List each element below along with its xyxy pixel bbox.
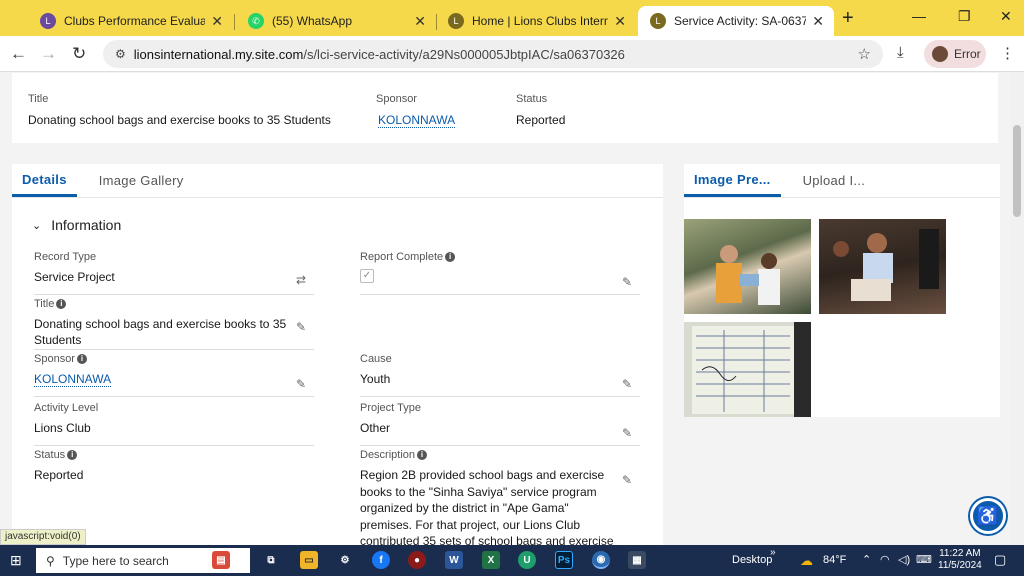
back-button[interactable]: ← bbox=[10, 44, 27, 64]
browser-tab-strip: L Clubs Performance Evaluation Syst ✕ ✆ … bbox=[0, 0, 1024, 36]
calculator-icon[interactable]: ▦ bbox=[628, 551, 646, 569]
edit-pencil-icon[interactable]: ✎ bbox=[622, 473, 632, 487]
settings-icon[interactable]: ⚙ bbox=[336, 551, 354, 569]
windows-start-icon[interactable]: ⊞ bbox=[10, 552, 22, 569]
status-value: Reported bbox=[516, 113, 566, 127]
whatsapp-icon: ✆ bbox=[248, 13, 264, 29]
image-panel: Image Pre... Upload I... bbox=[684, 164, 1000, 417]
browser-tab-service-activity[interactable]: L Service Activity: SA-06370326 ✕ bbox=[638, 6, 834, 36]
field-report-complete: Report Complete i ✓ ✎ bbox=[360, 251, 640, 295]
volume-icon[interactable]: ◁) bbox=[898, 553, 910, 566]
close-window-button[interactable]: ✕ bbox=[1000, 8, 1012, 25]
field-description: Description i Region 2B provided school b… bbox=[360, 449, 632, 545]
lions-icon: L bbox=[448, 13, 464, 29]
page-scrollbar[interactable] bbox=[1010, 73, 1024, 545]
page-content: Title Donating school bags and exercise … bbox=[0, 73, 1010, 545]
scrollbar-thumb[interactable] bbox=[1013, 125, 1021, 217]
tab-image-preview[interactable]: Image Pre... bbox=[684, 164, 781, 197]
chevron-up-icon[interactable]: ⌃ bbox=[862, 553, 871, 566]
desktop-toolbar[interactable]: Desktop bbox=[732, 554, 772, 566]
edit-pencil-icon[interactable]: ✎ bbox=[622, 426, 632, 440]
photo-children-icon bbox=[833, 229, 939, 301]
browser-status-bar: javascript:void(0) bbox=[0, 529, 86, 545]
browser-toolbar: ← → ↻ ⚙ lionsinternational.my.site.com/s… bbox=[0, 36, 1024, 72]
field-sponsor: Sponsor i KOLONNAWA ✎ bbox=[34, 353, 314, 397]
bookmark-star-icon[interactable]: ☆ bbox=[858, 45, 871, 63]
upwork-icon[interactable]: U bbox=[518, 551, 536, 569]
edit-pencil-icon[interactable]: ✎ bbox=[622, 275, 632, 289]
search-icon: ⚲ bbox=[46, 553, 55, 568]
info-icon[interactable]: i bbox=[417, 450, 428, 460]
accessibility-icon[interactable]: ♿ bbox=[970, 498, 1006, 534]
edit-pencil-icon[interactable]: ✎ bbox=[296, 377, 306, 391]
chevron-down-icon: ⌄ bbox=[32, 219, 42, 232]
address-bar[interactable]: ⚙ lionsinternational.my.site.com/s/lci-s… bbox=[103, 40, 883, 68]
notification-icon[interactable]: ▢ bbox=[994, 552, 1006, 568]
photo-people-icon bbox=[716, 245, 780, 305]
sponsor-link[interactable]: KOLONNAWA bbox=[378, 113, 456, 128]
sponsor-link[interactable]: KOLONNAWA bbox=[34, 372, 112, 387]
forward-button[interactable]: → bbox=[40, 44, 57, 64]
close-icon[interactable]: ✕ bbox=[414, 13, 426, 30]
edit-pencil-icon[interactable]: ✎ bbox=[296, 320, 306, 334]
word-icon[interactable]: W bbox=[445, 551, 463, 569]
clock[interactable]: 11:22 AM 11/5/2024 bbox=[938, 548, 982, 572]
file-explorer-icon[interactable]: ▭ bbox=[300, 551, 318, 569]
reload-button[interactable]: ↻ bbox=[72, 44, 86, 64]
books-app-icon[interactable]: ▤ bbox=[212, 551, 230, 569]
media-app-icon[interactable]: ● bbox=[408, 551, 426, 569]
field-record-type: Record Type Service Project ⇄ bbox=[34, 251, 314, 295]
field-status: Status i Reported bbox=[34, 449, 84, 482]
browser-tab-clubs[interactable]: L Clubs Performance Evaluation Syst ✕ bbox=[28, 6, 233, 36]
browser-tab-home[interactable]: L Home | Lions Clubs International ✕ bbox=[436, 6, 636, 36]
details-panel: Details Image Gallery ⌄ Information Reco… bbox=[12, 164, 663, 545]
gallery-image-1[interactable] bbox=[684, 219, 811, 314]
minimize-button[interactable]: — bbox=[912, 8, 926, 24]
tab-image-gallery[interactable]: Image Gallery bbox=[89, 164, 194, 197]
excel-icon[interactable]: X bbox=[482, 551, 500, 569]
info-icon[interactable]: i bbox=[56, 299, 67, 309]
chevron-right-icon[interactable]: » bbox=[770, 547, 776, 558]
photoshop-icon[interactable]: Ps bbox=[555, 551, 573, 569]
edit-pencil-icon[interactable]: ✎ bbox=[622, 377, 632, 391]
change-record-type-icon[interactable]: ⇄ bbox=[296, 273, 306, 287]
chrome-icon[interactable]: ◉ bbox=[592, 551, 610, 569]
task-view-icon[interactable]: ⧉ bbox=[262, 551, 280, 569]
menu-icon[interactable]: ⋮ bbox=[1000, 44, 1015, 62]
weather-temperature[interactable]: 84°F bbox=[823, 554, 846, 566]
maximize-button[interactable]: ❐ bbox=[958, 8, 971, 25]
download-icon[interactable]: ⤓ bbox=[897, 44, 904, 61]
close-icon[interactable]: ✕ bbox=[211, 13, 223, 30]
tab-details[interactable]: Details bbox=[12, 164, 77, 197]
windows-taskbar: ⊞ ⚲ Type here to search ▤ ⧉ ▭ ⚙ f ● W X … bbox=[0, 545, 1024, 576]
field-activity-level: Activity Level Lions Club bbox=[34, 402, 314, 446]
field-title: Title i Donating school bags and exercise… bbox=[34, 298, 314, 350]
photo-document-icon bbox=[692, 322, 811, 417]
gallery-image-3[interactable] bbox=[684, 322, 811, 417]
info-icon[interactable]: i bbox=[67, 450, 78, 460]
field-project-type: Project Type Other ✎ bbox=[360, 402, 640, 446]
info-icon[interactable]: i bbox=[445, 252, 456, 262]
close-icon[interactable]: ✕ bbox=[812, 13, 824, 30]
avatar bbox=[932, 46, 948, 62]
record-title: Donating school bags and exercise books … bbox=[28, 113, 331, 127]
site-info-icon[interactable]: ⚙ bbox=[115, 47, 126, 61]
field-cause: Cause Youth ✎ bbox=[360, 353, 640, 397]
facebook-icon[interactable]: f bbox=[372, 551, 390, 569]
record-header: Title Donating school bags and exercise … bbox=[12, 73, 998, 143]
keyboard-icon[interactable]: ⌨ bbox=[916, 553, 932, 566]
section-header-information[interactable]: ⌄ Information bbox=[32, 217, 121, 233]
lions-icon: L bbox=[650, 13, 666, 29]
browser-tab-whatsapp[interactable]: ✆ (55) WhatsApp ✕ bbox=[236, 6, 436, 36]
lions-icon: L bbox=[40, 13, 56, 29]
wifi-icon[interactable]: ◠ bbox=[880, 553, 890, 566]
weather-icon: ☁ bbox=[800, 553, 813, 568]
report-complete-checkbox[interactable]: ✓ bbox=[360, 269, 374, 283]
tab-upload-image[interactable]: Upload I... bbox=[793, 164, 876, 197]
info-icon[interactable]: i bbox=[76, 354, 87, 364]
close-icon[interactable]: ✕ bbox=[614, 13, 626, 30]
new-tab-button[interactable]: + bbox=[842, 7, 854, 30]
gallery-image-2[interactable] bbox=[819, 219, 946, 314]
profile-error-button[interactable]: Error bbox=[924, 40, 986, 68]
